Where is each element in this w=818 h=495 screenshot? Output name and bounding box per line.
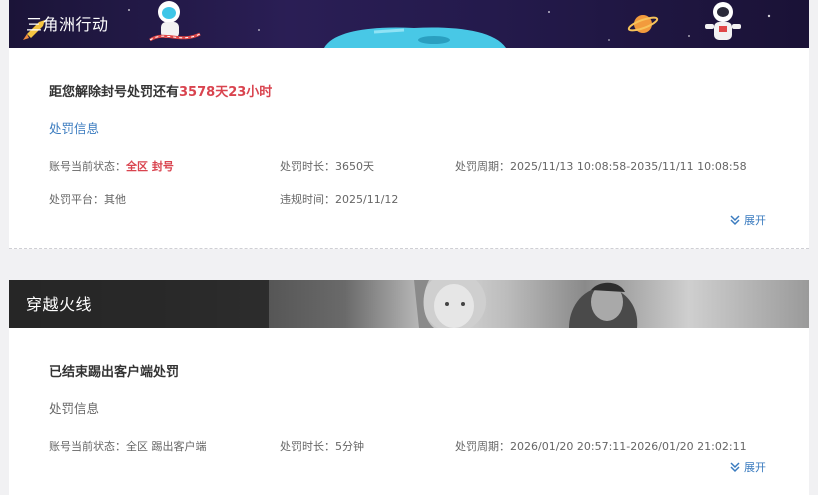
violation-time: 违规时间：2025/11/12 [280, 193, 399, 206]
penalty-headline: 距您解除封号处罚还有3578天23小时 [49, 81, 272, 100]
penalty-period: 处罚周期：2025/11/13 10:08:58-2035/11/11 10:0… [455, 160, 747, 173]
penalty-duration: 处罚时长：5分钟 [280, 440, 364, 453]
headline-prefix: 距您解除封号处罚还有 [49, 85, 180, 100]
astronaut-icon [705, 2, 741, 40]
penalty-duration: 处罚时长：3650天 [280, 160, 374, 173]
expand-button[interactable]: 展开 [729, 212, 766, 228]
astronaut-icon [149, 1, 201, 42]
game-banner: 三角洲行动 [9, 0, 809, 48]
penalty-platform: 处罚平台：其他 [49, 193, 126, 206]
character-banner-art [9, 280, 638, 328]
game-title: 三角洲行动 [26, 15, 109, 34]
planet-icon [627, 15, 659, 33]
penalty-card-crossfire: 穿越火线 已结束踢出客户端处罚 处罚信息 账号当前状态：全区 踢出客户端 处罚时… [9, 280, 809, 495]
penalty-headline: 已结束踢出客户端处罚 [49, 365, 180, 380]
game-title: 穿越火线 [26, 295, 93, 314]
status-label: 账号当前状态： [49, 160, 126, 173]
account-status: 账号当前状态：全区 封号 [49, 158, 174, 174]
spaceship-icon [324, 27, 506, 48]
account-status: 账号当前状态：全区 踢出客户端 [49, 440, 207, 453]
expand-label: 展开 [744, 461, 766, 474]
expand-label: 展开 [744, 214, 766, 227]
status-badge: 全区 封号 [126, 160, 174, 173]
countdown-value: 3578天23小时 [179, 85, 273, 100]
penalty-card-delta-force: 三角洲行动 距您解除封号处罚还有3578天23小时 处罚信息 账号当前状态：全区… [9, 0, 809, 249]
chevron-double-down-icon [730, 462, 740, 473]
penalty-info-link[interactable]: 处罚信息 [49, 398, 99, 417]
penalty-period: 处罚周期：2026/01/20 20:57:11-2026/01/20 21:0… [455, 440, 747, 453]
expand-button[interactable]: 展开 [729, 459, 766, 475]
game-banner: 穿越火线 [9, 280, 809, 328]
chevron-double-down-icon [730, 215, 740, 226]
penalty-info-link[interactable]: 处罚信息 [49, 118, 99, 137]
